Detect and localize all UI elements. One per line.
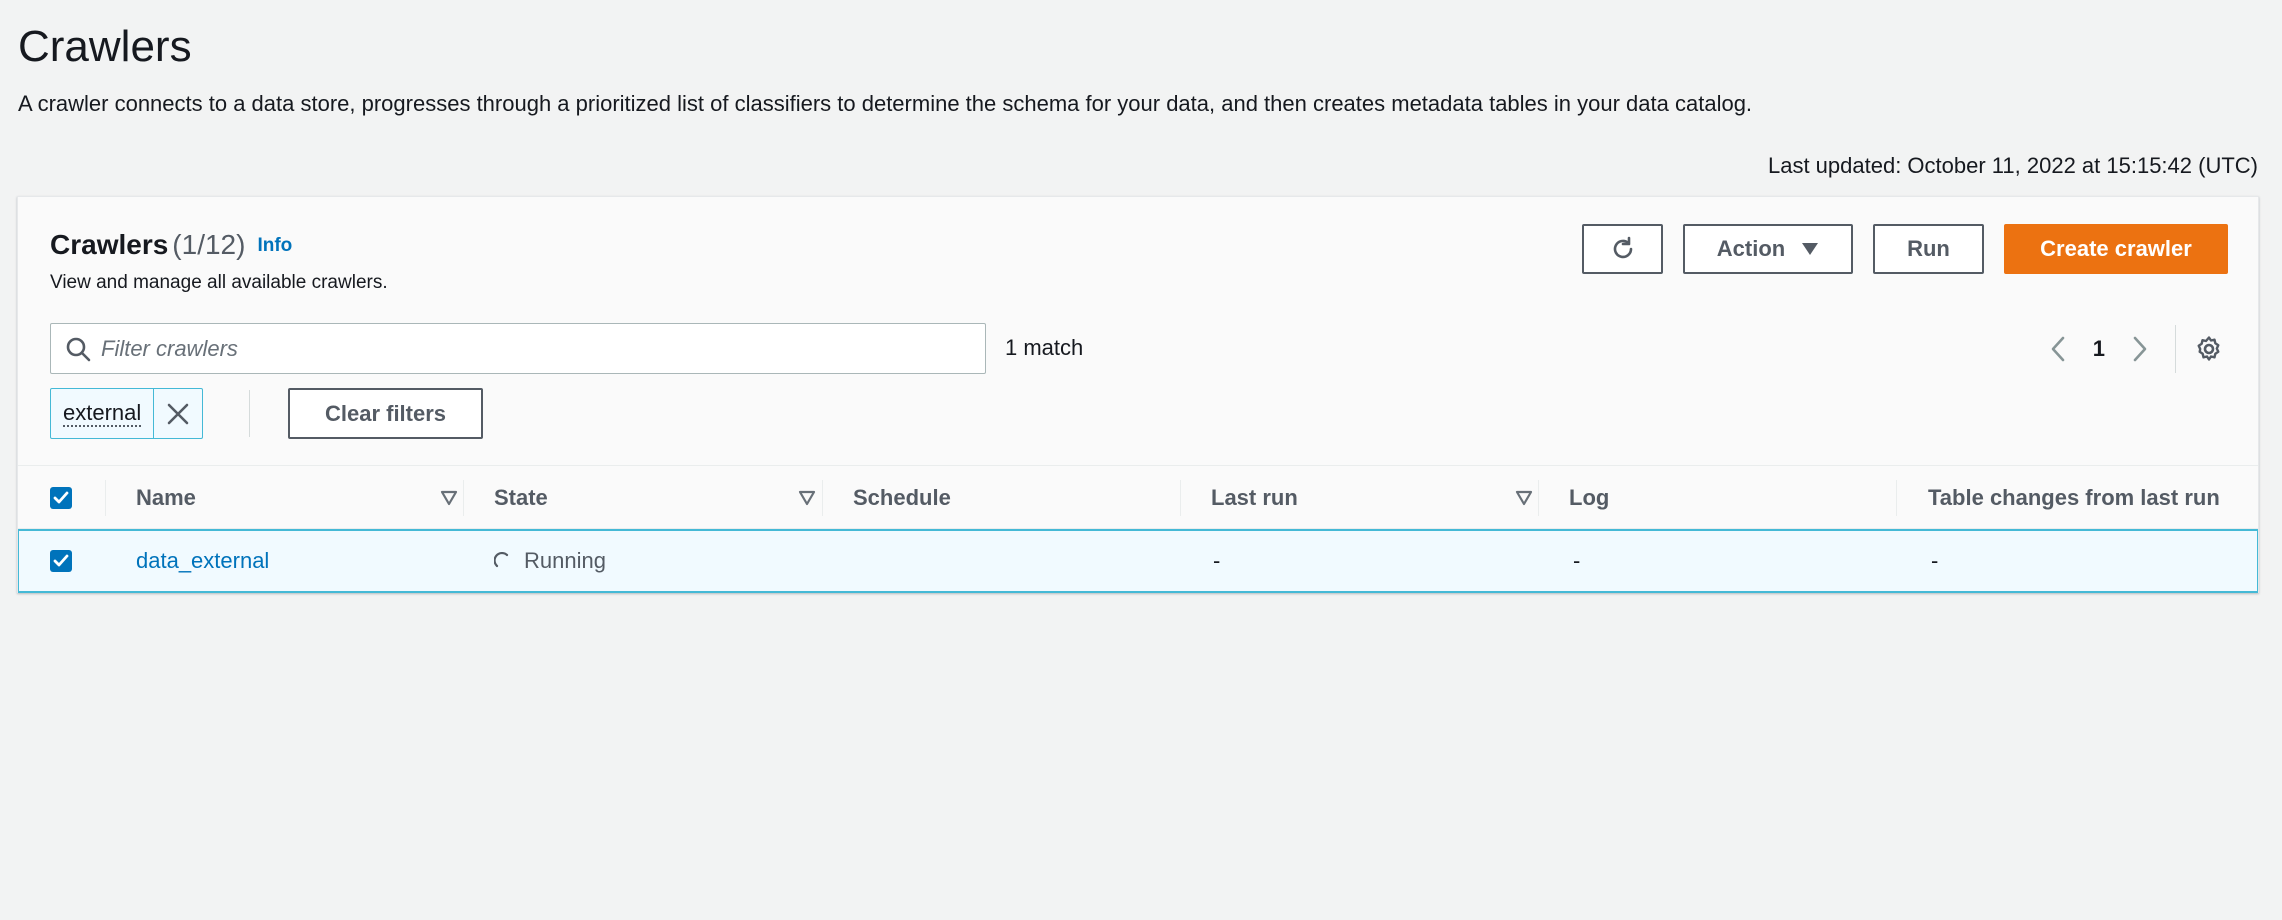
crawler-table-changes: - [1931, 548, 1939, 573]
filter-field[interactable] [50, 323, 986, 374]
create-crawler-button[interactable]: Create crawler [2004, 224, 2228, 274]
panel-subtitle: View and manage all available crawlers. [50, 272, 388, 293]
table-row[interactable]: data_external Running - - - [18, 529, 2258, 593]
select-all-checkbox[interactable] [50, 487, 72, 509]
caret-down-icon [1802, 243, 1819, 255]
page-title: Crawlers [18, 22, 192, 71]
sort-icon[interactable] [440, 490, 458, 506]
checkmark-icon [53, 491, 69, 504]
info-link[interactable]: Info [257, 235, 292, 256]
table-header: Name State Schedule Last run Log Table c… [18, 465, 2258, 529]
column-header-state[interactable]: State [494, 466, 834, 530]
filter-token-label[interactable]: external [51, 389, 155, 438]
row-select-cell [50, 531, 72, 591]
current-page-number[interactable]: 1 [2093, 336, 2105, 362]
crawler-count: (1/12) [172, 229, 246, 260]
loading-spinner-icon [494, 552, 509, 568]
panel-actions: Action Run Create crawler [1582, 224, 2228, 274]
refresh-button[interactable] [1582, 224, 1663, 274]
select-all-cell [50, 466, 72, 530]
gear-icon [2197, 336, 2220, 361]
token-divider [249, 390, 250, 437]
filter-token: external [50, 388, 204, 439]
crawler-state-label: Running [524, 548, 606, 573]
sort-icon[interactable] [1515, 490, 1533, 506]
row-checkbox[interactable] [50, 550, 72, 572]
crawlers-panel: Crawlers (1/12) Info View and manage all a… [17, 196, 2259, 593]
column-divider [463, 480, 464, 516]
panel-header: Crawlers (1/12) Info View and manage all a… [50, 227, 388, 294]
chevron-left-icon [2051, 336, 2065, 362]
column-header-last-run[interactable]: Last run [1211, 466, 1551, 530]
run-button[interactable]: Run [1873, 224, 1984, 274]
prev-page-button[interactable] [2041, 332, 2075, 366]
checkmark-icon [53, 554, 69, 567]
crawler-state: Running [494, 531, 606, 591]
search-icon [66, 337, 91, 361]
column-divider [1180, 480, 1181, 516]
action-dropdown-button[interactable]: Action [1683, 224, 1853, 274]
page-header: Crawlers A crawler connects to a data st… [18, 20, 2262, 118]
column-header-name[interactable]: Name [136, 466, 476, 530]
panel-title-row: Crawlers (1/12) Info [50, 227, 388, 264]
preferences-button[interactable] [2192, 332, 2226, 366]
match-count: 1 match [1005, 335, 1084, 360]
pagination-divider [2175, 325, 2176, 373]
sort-icon[interactable] [798, 490, 816, 506]
clear-filters-button[interactable]: Clear filters [288, 388, 483, 439]
column-header-schedule: Schedule [853, 485, 951, 510]
column-divider [1538, 480, 1539, 516]
column-divider [822, 480, 823, 516]
column-header-log: Log [1569, 485, 1610, 510]
chevron-right-icon [2133, 336, 2147, 362]
remove-token-button[interactable] [154, 389, 202, 438]
pagination: 1 [2041, 325, 2226, 373]
last-updated-text: Last updated: October 11, 2022 at 15:15:… [1767, 153, 2258, 178]
crawlers-table: Name State Schedule Last run Log Table c… [18, 465, 2258, 593]
page-description: A crawler connects to a data store, prog… [18, 91, 1753, 116]
column-divider [105, 480, 106, 516]
action-label: Action [1716, 236, 1786, 261]
next-page-button[interactable] [2123, 332, 2157, 366]
filter-input[interactable] [101, 324, 985, 373]
column-divider [1896, 480, 1897, 516]
column-header-table-changes: Table changes from last run [1928, 485, 2220, 510]
crawler-name-link[interactable]: data_external [136, 531, 269, 591]
panel-title: Crawlers [50, 229, 169, 260]
close-icon [167, 403, 189, 424]
crawler-last-run: - [1213, 548, 1221, 573]
crawler-log: - [1573, 548, 1581, 573]
refresh-icon [1613, 236, 1632, 259]
